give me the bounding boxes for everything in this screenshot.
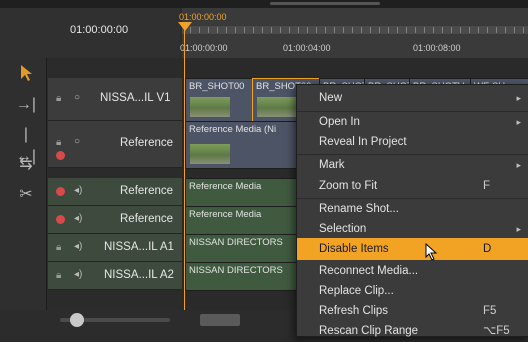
clip-reference-audio[interactable]: Reference Media <box>185 178 297 207</box>
clip-label: Reference Media <box>189 209 262 220</box>
clip-a2[interactable]: NISSAN DIRECTORS <box>185 262 297 291</box>
menu-shortcut: D <box>483 243 492 255</box>
clip-reference-video[interactable]: Reference Media (Ni <box>185 121 297 169</box>
menu-item-label: Zoom to Fit <box>319 180 378 192</box>
clip-thumbnail <box>257 97 297 117</box>
playhead-timecode: 01:00:00:00 <box>179 12 227 22</box>
ruler-tick-label: 01:00:00:00 <box>180 43 228 53</box>
submenu-arrow-icon: ▸ <box>516 160 521 170</box>
clip-label: NISSAN DIRECTORS <box>189 265 283 276</box>
track-header-v1[interactable]: 🔒︎ ○ NISSA...IL V1 <box>48 78 182 121</box>
clip-label: Reference Media (Ni <box>189 124 277 135</box>
record-indicator <box>56 187 65 196</box>
menu-item-selection[interactable]: Selection ▸ <box>297 218 528 240</box>
menu-item-label: New <box>319 92 343 104</box>
menu-item-label: Mark <box>319 159 345 171</box>
clip-reference-audio[interactable]: Reference Media <box>185 206 297 235</box>
track-header-a1[interactable]: 🔒︎ ◂) NISSA...IL A1 <box>48 234 182 262</box>
clip-v1[interactable]: BR_SHOT00 <box>185 78 253 122</box>
menu-item-label: Refresh Clips <box>319 305 389 317</box>
panel-scroll-indicator[interactable] <box>270 2 380 5</box>
current-timecode[interactable]: 01:00:00:00 <box>70 24 128 36</box>
speaker-icon[interactable]: ◂) <box>74 241 82 252</box>
submenu-arrow-icon: ▸ <box>516 93 521 103</box>
menu-item-label: Rescan Clip Range <box>319 325 419 337</box>
record-indicator <box>56 215 65 224</box>
selection-arrow-icon[interactable] <box>14 64 38 86</box>
menu-item-label: Reveal In Project <box>319 136 407 148</box>
menu-item-disable-items[interactable]: Disable Items D <box>297 238 528 260</box>
menu-item-label: Rename Shot... <box>319 203 399 215</box>
razor-tool-icon[interactable]: ✂ <box>14 184 38 206</box>
menu-shortcut: ⌥F5 <box>483 325 510 337</box>
top-strip <box>0 0 528 8</box>
menu-item-new[interactable]: New ▸ <box>297 87 528 109</box>
track-name: Reference <box>120 213 174 225</box>
track-header-reference-video[interactable]: 🔒︎ ○ Reference <box>48 121 182 168</box>
menu-item-refresh-clips[interactable]: Refresh Clips F5 <box>297 300 528 322</box>
menu-item-reconnect-media[interactable]: Reconnect Media... <box>297 260 528 282</box>
track-select-icon[interactable]: →| <box>14 94 38 116</box>
clip-a1[interactable]: NISSAN DIRECTORS <box>185 234 297 263</box>
menu-item-rename-shot[interactable]: Rename Shot... <box>297 198 528 220</box>
ripple-edit-icon[interactable]: |↔| <box>14 124 38 165</box>
zoom-slider-knob[interactable] <box>70 313 84 327</box>
menu-item-replace-clip[interactable]: Replace Clip... <box>297 280 528 302</box>
menu-shortcut: F <box>483 180 491 192</box>
clip-label: NISSAN DIRECTORS <box>189 237 283 248</box>
track-name: NISSA...IL V1 <box>100 92 171 104</box>
track-name: Reference <box>120 185 174 197</box>
menu-item-mark[interactable]: Mark ▸ <box>297 154 528 176</box>
ruler-ticks <box>190 27 528 33</box>
speaker-icon[interactable]: ◂) <box>74 185 82 196</box>
ruler-tick-label: 01:00:08:00 <box>413 43 461 53</box>
menu-item-label: Reconnect Media... <box>319 265 419 277</box>
horizontal-scrollbar[interactable] <box>200 314 240 326</box>
menu-item-label: Disable Items <box>319 243 389 255</box>
track-name: NISSA...IL A2 <box>104 269 174 281</box>
lock-icon[interactable]: 🔒︎ <box>56 137 61 148</box>
track-header-a2[interactable]: 🔒︎ ◂) NISSA...IL A2 <box>48 262 182 290</box>
submenu-arrow-icon: ▸ <box>516 224 521 234</box>
lock-icon[interactable]: 🔒︎ <box>56 242 61 253</box>
ruler-tick-label: 01:00:04:00 <box>283 43 331 53</box>
speaker-icon[interactable]: ◂) <box>74 213 82 224</box>
menu-item-label: Selection <box>319 223 367 235</box>
menu-item-reveal-in-project[interactable]: Reveal In Project <box>297 131 528 153</box>
playhead-handle[interactable] <box>178 22 192 31</box>
track-name: Reference <box>120 137 174 149</box>
lock-icon[interactable]: 🔒︎ <box>56 270 61 281</box>
speaker-icon[interactable]: ◂) <box>74 269 82 280</box>
track-header-reference-audio-1[interactable]: ◂) Reference <box>48 178 182 206</box>
menu-item-zoom-to-fit[interactable]: Zoom to Fit F <box>297 175 528 197</box>
menu-shortcut: F5 <box>483 305 497 317</box>
clip-thumbnail <box>190 144 230 164</box>
clip-thumbnail <box>190 97 230 117</box>
lock-icon[interactable]: 🔒︎ <box>56 93 61 104</box>
menu-item-label: Replace Clip... <box>319 285 394 297</box>
menu-item-rescan-clip-range[interactable]: Rescan Clip Range ⌥F5 <box>297 320 528 342</box>
visibility-icon[interactable]: ○ <box>74 92 80 103</box>
track-name: NISSA...IL A1 <box>104 241 174 253</box>
record-indicator <box>56 151 65 160</box>
clip-label: BR_SHOT00 <box>189 81 245 92</box>
submenu-arrow-icon: ▸ <box>516 117 521 127</box>
slip-tool-icon[interactable]: ⇆ <box>14 154 38 176</box>
playhead-line[interactable] <box>184 22 185 322</box>
mouse-pointer-icon <box>424 242 440 261</box>
context-menu: New ▸ Open In ▸ Reveal In Project Mark ▸ Zo… <box>296 84 528 337</box>
menu-item-open-in[interactable]: Open In ▸ <box>297 111 528 133</box>
track-header-reference-audio-2[interactable]: ◂) Reference <box>48 206 182 234</box>
menu-item-label: Open In <box>319 116 360 128</box>
clip-label: Reference Media <box>189 181 262 192</box>
visibility-icon[interactable]: ○ <box>74 136 80 147</box>
tool-palette: →| |↔| ⇆ ✂ <box>0 58 47 335</box>
